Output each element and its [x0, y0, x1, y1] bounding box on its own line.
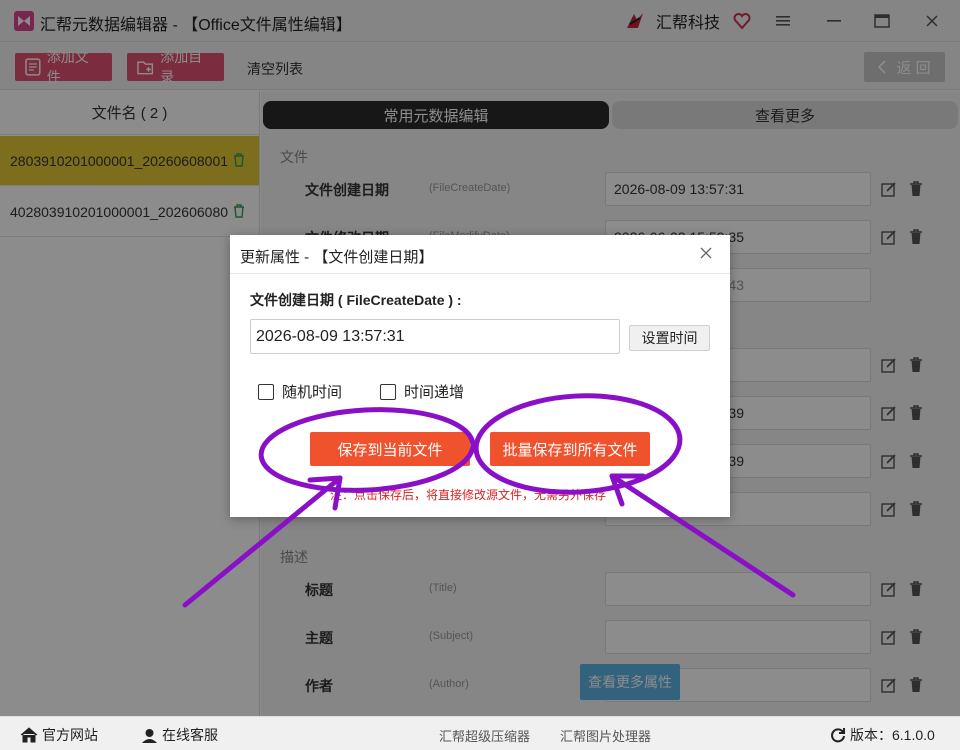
compressor-link[interactable]: 汇帮超级压缩器 [439, 726, 530, 745]
save-all-files-button[interactable]: 批量保存到所有文件 [490, 432, 650, 466]
checkbox-box[interactable] [380, 383, 396, 400]
divider [230, 273, 730, 274]
update-property-dialog: 更新属性 - 【文件创建日期】 文件创建日期 ( FileCreateDate … [230, 235, 730, 517]
dialog-field-label: 文件创建日期 ( FileCreateDate ) : [250, 292, 462, 308]
increment-time-checkbox[interactable]: 时间递增 [380, 381, 464, 402]
save-note: 注：点击保存后，将直接修改源文件，无需另外保存 [330, 488, 607, 502]
refresh-icon [831, 728, 845, 743]
increment-time-label: 时间递增 [404, 384, 465, 401]
save-current-file-button[interactable]: 保存到当前文件 [310, 432, 470, 466]
dialog-title: 更新属性 - 【文件创建日期】 [240, 249, 434, 266]
datetime-input[interactable]: 2026-08-09 13:57:31 [250, 319, 620, 354]
random-time-label: 随机时间 [282, 384, 343, 401]
set-time-button[interactable]: 设置时间 [629, 325, 710, 351]
online-support-link[interactable]: 在线客服 [141, 725, 218, 745]
image-tool-link[interactable]: 汇帮图片处理器 [560, 726, 651, 745]
support-icon [142, 728, 157, 743]
checkbox-box[interactable] [258, 383, 274, 400]
version-label: 版本：6.1.0.0 [850, 727, 935, 743]
version-info[interactable]: 版本：6.1.0.0 [830, 725, 935, 745]
official-website-link[interactable]: 官方网站 [20, 725, 98, 745]
website-label: 官方网站 [42, 727, 98, 743]
dialog-close-icon[interactable] [700, 243, 712, 264]
home-icon [20, 727, 38, 743]
random-time-checkbox[interactable]: 随机时间 [258, 381, 342, 402]
status-bar: 官方网站 在线客服 汇帮超级压缩器 汇帮图片处理器 版本：6.1.0.0 [0, 716, 960, 750]
support-label: 在线客服 [162, 727, 218, 743]
